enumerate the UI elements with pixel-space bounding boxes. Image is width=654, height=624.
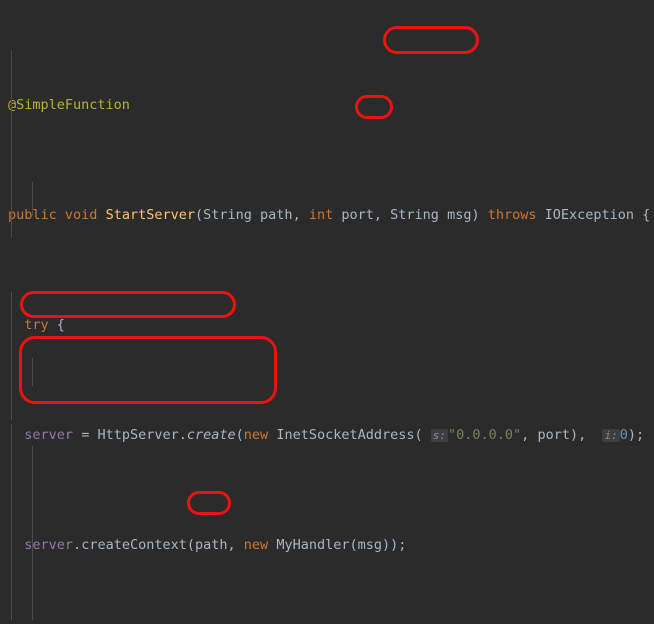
code-line[interactable]: try {: [0, 314, 654, 336]
indent-guide: [11, 292, 12, 420]
param-path: path: [260, 207, 293, 223]
punct: {: [634, 207, 651, 223]
indent-guide: [32, 446, 33, 620]
punct: ,: [373, 207, 391, 223]
indent-guide: [32, 358, 33, 386]
parameter-hint-s: s:: [430, 429, 449, 442]
arg-path: path: [195, 537, 228, 553]
keyword-new: new: [243, 427, 269, 443]
keyword-throws: throws: [487, 207, 537, 223]
keyword-try: try: [24, 317, 49, 333]
type-myhandler: MyHandler: [276, 537, 350, 553]
indent-guide: [32, 182, 33, 216]
punct: );: [627, 427, 645, 443]
method-call-create: create: [186, 427, 236, 443]
arg-port: port: [537, 427, 570, 443]
punct: ,: [292, 207, 309, 223]
punct: ,: [521, 427, 538, 443]
keyword-int: int: [308, 207, 334, 223]
punct: (: [235, 427, 244, 443]
punct: {: [48, 317, 65, 333]
param-msg: msg: [447, 207, 472, 223]
code-text-layer[interactable]: @SimpleFunction public void StartServer(…: [0, 0, 654, 624]
punct: (: [194, 207, 204, 223]
arg-msg: msg: [357, 537, 382, 553]
punct: (: [349, 537, 358, 553]
string-ip-address: "0.0.0.0": [448, 427, 522, 443]
method-name-startserver: StartServer: [105, 207, 195, 223]
punct: .: [178, 427, 187, 443]
code-line[interactable]: server.createContext(path, new MyHandler…: [0, 534, 654, 556]
punct: ): [471, 207, 488, 223]
type-inetsocketaddress: InetSocketAddress: [276, 427, 415, 443]
punct: (: [186, 537, 195, 553]
indent-guide: [11, 50, 12, 238]
annotation-token: @SimpleFunction: [8, 97, 130, 113]
parameter-hint-i: i:: [602, 429, 620, 442]
param-port: port: [341, 207, 374, 223]
punct: (: [414, 427, 431, 443]
method-call-createcontext: createContext: [81, 537, 187, 553]
punct: .: [73, 537, 82, 553]
keyword-void: void: [64, 207, 98, 223]
code-line[interactable]: public void StartServer(String path, int…: [0, 204, 654, 226]
code-line[interactable]: @SimpleFunction: [0, 94, 654, 116]
type-ioexception: IOException: [544, 207, 635, 223]
code-editor-pane[interactable]: @SimpleFunction public void StartServer(…: [0, 0, 654, 624]
punct: ,: [227, 537, 244, 553]
keyword-new: new: [243, 537, 269, 553]
type-httpserver: HttpServer: [97, 427, 179, 443]
punct: ));: [382, 537, 407, 553]
number-zero: 0: [619, 427, 628, 443]
punct: =: [81, 427, 98, 443]
code-line[interactable]: server = HttpServer.create(new InetSocke…: [0, 424, 654, 446]
field-server: server: [24, 427, 74, 443]
type-string: String: [203, 207, 252, 223]
indent-guide: [11, 424, 12, 620]
type-string: String: [390, 207, 439, 223]
punct: ),: [569, 427, 603, 443]
